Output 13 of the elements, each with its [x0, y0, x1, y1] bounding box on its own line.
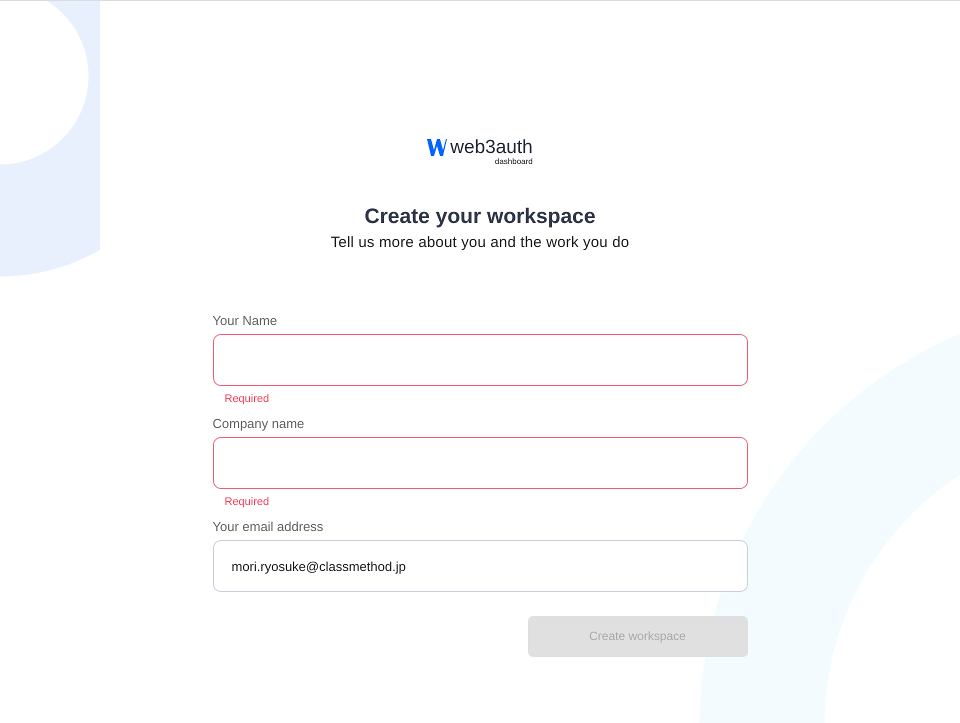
page-title: Create your workspace — [363, 204, 597, 230]
logo-wordmark: web3auth — [450, 138, 533, 157]
input-field[interactable] — [212, 437, 748, 490]
error-message: Required — [224, 392, 270, 406]
field-label: Your Name — [212, 312, 278, 330]
input-field[interactable]: mori.ryosuke@classmethod.jp — [212, 540, 748, 592]
page-subtitle: Tell us more about you and the work you do — [330, 233, 630, 254]
error-message: Required — [224, 495, 270, 510]
input-field[interactable] — [212, 334, 748, 386]
field-label: Your email address — [212, 518, 324, 536]
logo-icon — [427, 139, 448, 156]
field-label: Company name — [212, 414, 306, 433]
logo-subtitle: dashboard — [494, 158, 533, 166]
